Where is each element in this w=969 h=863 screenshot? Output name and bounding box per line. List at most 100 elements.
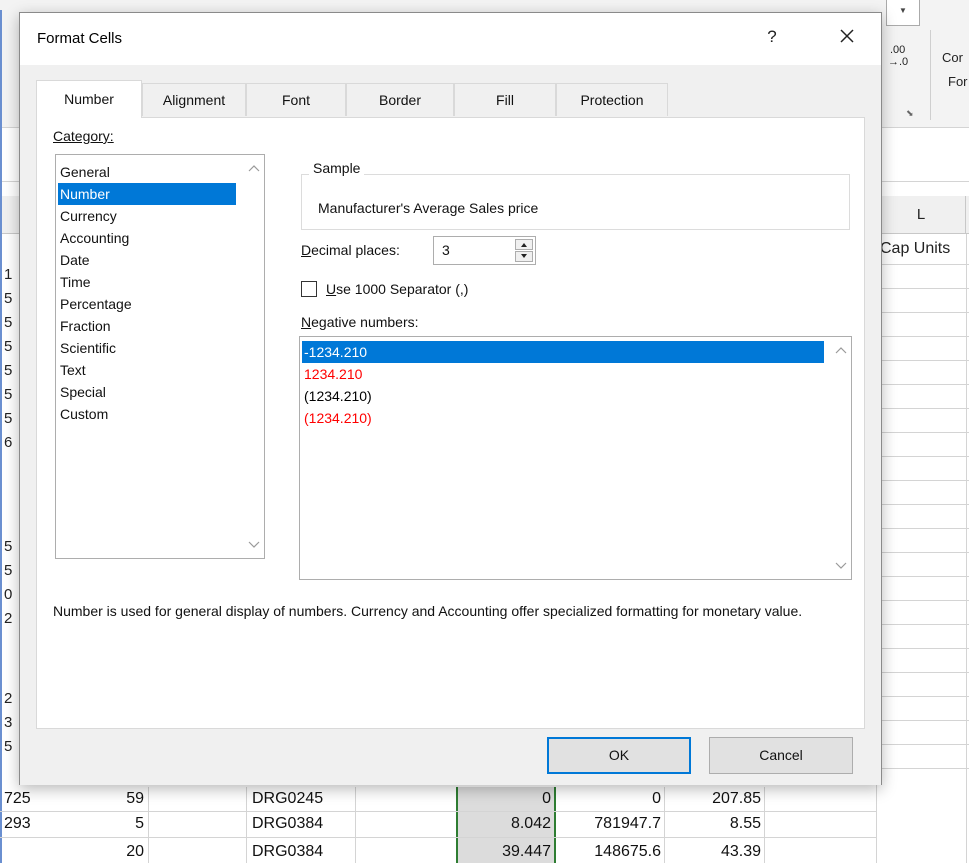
category-item-currency[interactable]: Currency bbox=[58, 205, 236, 227]
decimal-places-label-text: Decimal places: bbox=[301, 242, 400, 258]
negative-numbers-label: Negative numbers: bbox=[301, 314, 419, 330]
cell-fragment: 5 bbox=[4, 314, 13, 331]
close-icon bbox=[840, 29, 854, 43]
decrease-decimal-icon[interactable]: .00 bbox=[890, 44, 905, 56]
category-item-percentage[interactable]: Percentage bbox=[58, 293, 236, 315]
cell-fragment: 5 bbox=[4, 386, 13, 403]
cell[interactable]: 0 bbox=[652, 787, 661, 811]
tab-fill[interactable]: Fill bbox=[454, 83, 556, 116]
ribbon-dropdown[interactable]: ▼ bbox=[886, 0, 920, 26]
category-item-number[interactable]: Number bbox=[58, 183, 236, 205]
negative-option[interactable]: -1234.210 bbox=[302, 341, 824, 363]
cell-fragment: 5 bbox=[4, 562, 13, 579]
number-tab-panel: Category: General Number Currency Accoun… bbox=[36, 117, 865, 729]
decimal-places-stepper[interactable]: 3 bbox=[433, 236, 536, 265]
tab-alignment[interactable]: Alignment bbox=[142, 83, 246, 116]
category-item-accounting[interactable]: Accounting bbox=[58, 227, 236, 249]
cell[interactable]: 5 bbox=[135, 812, 144, 836]
cell-fragment: 5 bbox=[4, 362, 13, 379]
cell-fragment: 2 bbox=[4, 610, 13, 627]
cell-fragment: 2 bbox=[4, 690, 13, 707]
header-cell-cap-units[interactable]: Cap Units bbox=[880, 240, 950, 258]
category-label: Category: bbox=[53, 128, 114, 144]
cell[interactable]: 59 bbox=[126, 787, 144, 811]
scroll-down-icon[interactable] bbox=[835, 561, 847, 571]
ribbon-divider bbox=[930, 30, 931, 120]
spin-up-icon bbox=[521, 243, 527, 247]
cell[interactable]: 20 bbox=[126, 840, 144, 863]
cell[interactable]: 781947.7 bbox=[594, 812, 661, 836]
decrease-decimal-arrow: →.0 bbox=[888, 56, 909, 68]
negative-option[interactable]: (1234.210) bbox=[302, 385, 824, 407]
tab-border[interactable]: Border bbox=[346, 83, 454, 116]
spin-buttons bbox=[515, 239, 533, 262]
negative-numbers-list[interactable]: -1234.210 1234.210 (1234.210) (1234.210) bbox=[299, 336, 852, 580]
table-row[interactable]: 725 59 DRG0245 0 0 207.85 bbox=[0, 787, 969, 811]
cell-fragment: 5 bbox=[4, 410, 13, 427]
tab-protection[interactable]: Protection bbox=[556, 83, 668, 116]
category-item-text[interactable]: Text bbox=[58, 359, 236, 381]
spin-down-icon bbox=[521, 254, 527, 258]
cell[interactable]: 293 bbox=[4, 812, 31, 836]
cell[interactable]: 725 bbox=[4, 787, 31, 811]
table-row[interactable]: 20 DRG0384 39.447 148675.6 43.39 bbox=[0, 840, 969, 863]
cell[interactable]: 207.85 bbox=[712, 787, 761, 811]
cell-fragment: 1 bbox=[4, 266, 13, 283]
help-button[interactable]: ? bbox=[760, 23, 784, 51]
tab-font[interactable]: Font bbox=[246, 83, 346, 116]
category-item-time[interactable]: Time bbox=[58, 271, 236, 293]
decimal-places-input[interactable]: 3 bbox=[442, 242, 450, 258]
category-item-fraction[interactable]: Fraction bbox=[58, 315, 236, 337]
cell-fragment: 6 bbox=[4, 434, 13, 451]
category-list[interactable]: General Number Currency Accounting Date … bbox=[55, 154, 265, 559]
cell[interactable]: DRG0384 bbox=[252, 840, 323, 863]
cell-fragment: 5 bbox=[4, 338, 13, 355]
cell-fragment: 0 bbox=[4, 586, 13, 603]
cell[interactable]: 148675.6 bbox=[594, 840, 661, 863]
use-1000-separator-checkbox[interactable] bbox=[301, 281, 317, 297]
category-scrollbar[interactable] bbox=[242, 155, 264, 558]
dialog-launcher-icon[interactable]: ⬊ bbox=[906, 108, 914, 119]
dialog-body: Number Alignment Font Border Fill Protec… bbox=[20, 65, 881, 785]
negative-scrollbar[interactable] bbox=[829, 337, 851, 579]
use-1000-separator-label[interactable]: Use 1000 Separator (,) bbox=[326, 281, 468, 297]
format-label[interactable]: For bbox=[948, 74, 968, 89]
chevron-down-icon: ▼ bbox=[899, 6, 907, 15]
close-button[interactable] bbox=[832, 21, 862, 51]
column-header-L[interactable]: L bbox=[876, 196, 966, 234]
category-item-scientific[interactable]: Scientific bbox=[58, 337, 236, 359]
cell[interactable]: DRG0245 bbox=[252, 787, 323, 811]
cell[interactable]: 0 bbox=[542, 787, 551, 811]
sample-value: Manufacturer's Average Sales price bbox=[318, 200, 539, 216]
conditional-formatting-label[interactable]: Cor bbox=[942, 50, 963, 65]
cell-fragment: 3 bbox=[4, 714, 13, 731]
scroll-up-icon[interactable] bbox=[835, 345, 847, 355]
negative-option[interactable]: (1234.210) bbox=[302, 407, 824, 429]
cell[interactable]: 39.447 bbox=[502, 840, 551, 863]
cell[interactable]: 43.39 bbox=[721, 840, 761, 863]
scroll-up-icon[interactable] bbox=[248, 163, 260, 173]
cell-fragment: 5 bbox=[4, 738, 13, 755]
ok-button[interactable]: OK bbox=[547, 737, 691, 774]
table-row[interactable]: 293 5 DRG0384 8.042 781947.7 8.55 bbox=[0, 812, 969, 836]
category-item-date[interactable]: Date bbox=[58, 249, 236, 271]
decimal-places-label: Decimal places: bbox=[301, 242, 400, 258]
cancel-button[interactable]: Cancel bbox=[709, 737, 853, 774]
category-item-general[interactable]: General bbox=[58, 161, 236, 183]
sheet-left-border bbox=[0, 10, 2, 863]
tab-number[interactable]: Number bbox=[36, 80, 142, 118]
cell[interactable]: DRG0384 bbox=[252, 812, 323, 836]
category-label-accesskey: Category: bbox=[53, 128, 114, 144]
cell-fragment: 5 bbox=[4, 290, 13, 307]
category-description: Number is used for general display of nu… bbox=[53, 603, 803, 619]
scroll-down-icon[interactable] bbox=[248, 540, 260, 550]
category-item-special[interactable]: Special bbox=[58, 381, 236, 403]
dialog-title: Format Cells bbox=[37, 30, 123, 47]
cell[interactable]: 8.55 bbox=[730, 812, 761, 836]
negative-option[interactable]: 1234.210 bbox=[302, 363, 824, 385]
category-item-custom[interactable]: Custom bbox=[58, 403, 236, 425]
spin-up-button[interactable] bbox=[515, 239, 533, 250]
format-cells-dialog: Format Cells ? Number Alignment Font Bor… bbox=[19, 12, 882, 785]
spin-down-button[interactable] bbox=[515, 251, 533, 262]
cell[interactable]: 8.042 bbox=[511, 812, 551, 836]
